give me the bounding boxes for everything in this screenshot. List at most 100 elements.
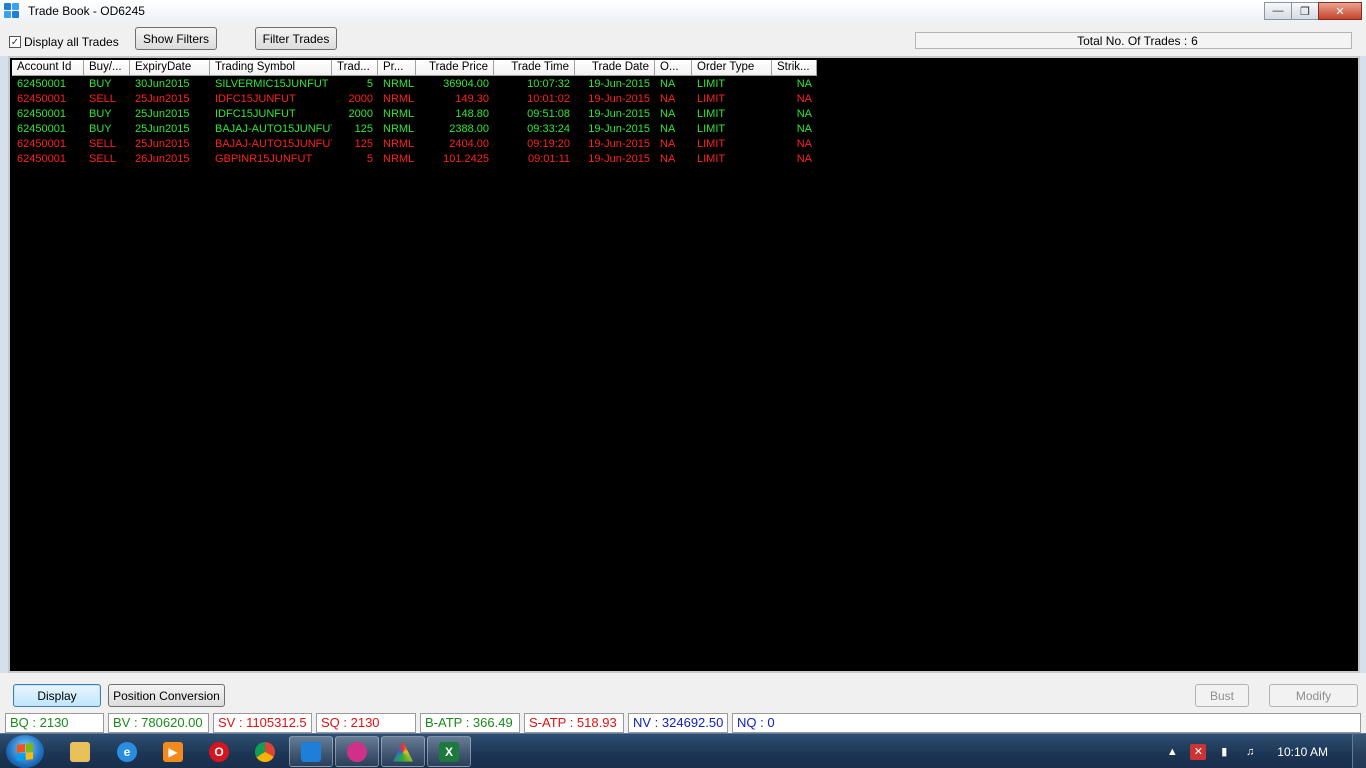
table-row[interactable]: 62450001 SELL 26Jun2015 GBPINR15JUNFUT 5 NRML… (12, 152, 817, 167)
cell-strike: NA (796, 153, 812, 165)
taskbar-clock[interactable]: 10:10 AM (1277, 745, 1328, 759)
total-trades-indicator: Total No. Of Trades : 6 (915, 32, 1352, 49)
cell-account-id: 62450001 (17, 153, 66, 165)
title-bar: Trade Book - OD6245 — ❐ ✕ (0, 0, 1366, 22)
cell-trade-time: 10:07:32 (527, 78, 570, 90)
cell-strike: NA (796, 108, 812, 120)
table-row[interactable]: 62450001 SELL 25Jun2015 BAJAJ-AUTO15JUNFUT 1… (12, 137, 817, 152)
cell-trading-symbol: IDFC15JUNFUT (215, 108, 296, 120)
cell-trade-price: 149.30 (455, 93, 489, 105)
cell-product: NRML (383, 108, 415, 120)
column-header-order-type[interactable]: Order Type (692, 60, 772, 76)
cell-trade-date: 19-Jun-2015 (588, 138, 650, 150)
display-button[interactable]: Display (13, 684, 101, 707)
minimize-button[interactable]: — (1264, 2, 1292, 20)
windows-logo-icon (17, 742, 33, 761)
table-row[interactable]: 62450001 BUY 25Jun2015 BAJAJ-AUTO15JUNFUT 12… (12, 122, 817, 137)
taskbar-chrome[interactable] (243, 736, 287, 767)
table-row[interactable]: 62450001 SELL 25Jun2015 IDFC15JUNFUT 2000 NRM… (12, 92, 817, 107)
cell-trade-price: 148.80 (455, 108, 489, 120)
position-conversion-button[interactable]: Position Conversion (108, 684, 225, 707)
cell-strike: NA (796, 93, 812, 105)
cell-buy-sell: BUY (89, 108, 112, 120)
column-header-trade-time[interactable]: Trade Time (494, 60, 575, 76)
cell-expiry-date: 25Jun2015 (135, 138, 190, 150)
show-filters-button[interactable]: Show Filters (135, 27, 217, 50)
bust-button[interactable]: Bust (1195, 684, 1249, 707)
internet-explorer-icon: e (117, 741, 137, 762)
status-b-atp: B-ATP : 366.49 (420, 713, 520, 733)
cell-buy-sell: BUY (89, 123, 112, 135)
taskbar-media-player[interactable]: ▶ (151, 736, 195, 767)
cell-trade-date: 19-Jun-2015 (588, 153, 650, 165)
show-hidden-icons-icon[interactable]: ▲ (1164, 744, 1180, 760)
cell-trade-date: 19-Jun-2015 (588, 108, 650, 120)
cell-strike: NA (796, 138, 812, 150)
action-center-flag-icon[interactable]: ✕ (1190, 743, 1207, 760)
taskbar-opera[interactable]: O (197, 736, 241, 767)
column-header-trade-date[interactable]: Trade Date (575, 60, 655, 76)
taskbar-internet-explorer[interactable]: e (105, 736, 149, 767)
column-header-expiry-date[interactable]: ExpiryDate (130, 60, 210, 76)
explorer-icon (70, 741, 90, 762)
cell-account-id: 62450001 (17, 78, 66, 90)
cell-order-type: LIMIT (697, 78, 726, 90)
total-trades-label: Total No. Of Trades : (1077, 33, 1188, 48)
cell-trading-symbol: BAJAJ-AUTO15JUNFUT (215, 138, 332, 150)
start-button[interactable] (6, 735, 44, 768)
taskbar-prism[interactable] (381, 736, 425, 767)
cell-account-id: 62450001 (17, 93, 66, 105)
status-sv: SV : 1105312.5 (213, 713, 312, 733)
cell-trade-price: 2404.00 (449, 138, 489, 150)
cell-buy-sell: SELL (89, 93, 116, 105)
display-all-trades-checkbox[interactable]: ✓ Display all Trades (9, 35, 119, 49)
cell-order: NA (660, 78, 676, 90)
app-puzzle-icon (4, 3, 20, 19)
cell-trade-date: 19-Jun-2015 (588, 93, 650, 105)
cell-buy-sell: SELL (89, 138, 116, 150)
total-trades-value: 6 (1191, 33, 1198, 48)
cell-product: NRML (383, 153, 415, 165)
column-header-strike[interactable]: Strik... (772, 60, 817, 76)
column-header-account-id[interactable]: Account Id (12, 60, 84, 76)
cell-product: NRML (383, 93, 415, 105)
close-icon: ✕ (1335, 5, 1345, 18)
column-header-order[interactable]: O... (655, 60, 692, 76)
table-row[interactable]: 62450001 BUY 25Jun2015 IDFC15JUNFUT 2000 NRML… (12, 107, 817, 122)
cell-trading-symbol: GBPINR15JUNFUT (215, 153, 313, 165)
taskbar-excel[interactable]: X (427, 736, 471, 767)
cell-buy-sell: BUY (89, 78, 112, 90)
network-signal-icon[interactable]: ▮ (1216, 744, 1232, 760)
table-row[interactable]: 62450001 BUY 30Jun2015 SILVERMIC15JUNFUT 5 NR… (12, 77, 817, 92)
cell-expiry-date: 26Jun2015 (135, 153, 190, 165)
cell-product: NRML (383, 78, 415, 90)
filter-trades-button[interactable]: Filter Trades (255, 27, 337, 50)
column-header-product[interactable]: Pr... (378, 60, 416, 76)
show-desktop-button[interactable] (1352, 734, 1366, 768)
cell-trading-symbol: SILVERMIC15JUNFUT (215, 78, 329, 90)
volume-icon[interactable]: ♫ (1242, 744, 1258, 760)
column-header-buy-sell[interactable]: Buy/... (84, 60, 130, 76)
windows-taskbar: e ▶ O X ▲ ✕ ▮ ♫ 10:10 AM (0, 733, 1366, 768)
close-button[interactable]: ✕ (1318, 2, 1362, 20)
cell-order: NA (660, 153, 676, 165)
cell-order: NA (660, 93, 676, 105)
cell-strike: NA (796, 123, 812, 135)
taskbar-trading-app[interactable] (289, 736, 333, 767)
cell-trade-qty: 2000 (348, 108, 373, 120)
taskbar-explorer[interactable] (58, 736, 102, 767)
column-header-trading-symbol[interactable]: Trading Symbol (210, 60, 332, 76)
cell-trade-price: 101.2425 (443, 153, 489, 165)
cell-trade-qty: 2000 (348, 93, 373, 105)
taskbar-app[interactable] (335, 736, 379, 767)
cell-trade-price: 36904.00 (443, 78, 489, 90)
cell-order: NA (660, 123, 676, 135)
column-header-trade-qty[interactable]: Trad... (332, 60, 378, 76)
system-tray: ▲ ✕ ▮ ♫ 10:10 AM (1159, 734, 1366, 768)
restore-button[interactable]: ❐ (1291, 2, 1319, 20)
column-header-trade-price[interactable]: Trade Price (416, 60, 494, 76)
modify-button[interactable]: Modify (1269, 684, 1358, 707)
trade-grid[interactable]: Account Id Buy/... ExpiryDate Trading Symbo… (8, 56, 1360, 673)
media-player-icon: ▶ (163, 741, 183, 762)
action-bar: Display Position Conversion Bust Modify (0, 673, 1366, 713)
